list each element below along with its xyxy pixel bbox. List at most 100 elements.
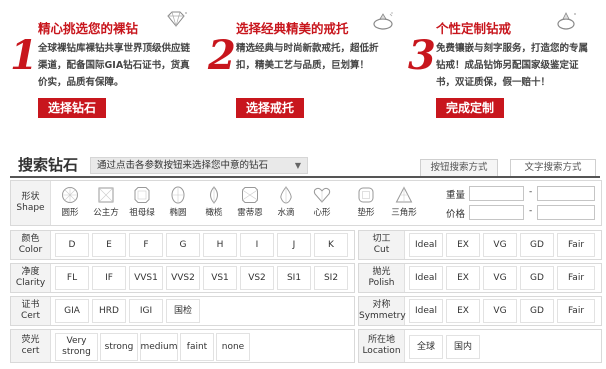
shape-label-cn: 形状 — [21, 192, 40, 202]
choose-diamond-button[interactable]: 选择钻石 — [38, 98, 107, 118]
diamond-icon — [167, 11, 187, 28]
step-3: 3 个性定制钻戒 免费镶嵌与刻字服务，打造您的专属钻戒！成品钻饰另配国家级鉴定证… — [402, 8, 598, 126]
location-option[interactable]: 国内 — [446, 335, 480, 359]
symmetry-option[interactable]: Ideal — [409, 299, 443, 323]
color-option[interactable]: H — [203, 233, 237, 257]
color-option[interactable]: I — [240, 233, 274, 257]
search-hint-text: 通过点击各参数按钮来选择您中意的钻石 — [97, 160, 269, 171]
princess-diamond-icon — [98, 187, 114, 203]
clarity-option[interactable]: VVS1 — [129, 266, 163, 290]
price-max-input[interactable] — [537, 205, 595, 220]
step-1: 1 精心挑选您的裸钻 全球裸钻库裸钻共享世界顶级供应链渠道，配备国际GIA钻石证… — [4, 8, 200, 126]
cut-label: 切工 Cut — [359, 231, 405, 259]
color-option[interactable]: F — [129, 233, 163, 257]
shape-pear[interactable]: 水滴 — [271, 183, 301, 223]
clarity-option[interactable]: SI2 — [314, 266, 348, 290]
shape-cushion[interactable]: 垫形 — [351, 183, 381, 223]
location-option[interactable]: 全球 — [409, 335, 443, 359]
polish-label: 抛光 Polish — [359, 264, 405, 292]
search-hint-dropdown[interactable]: 通过点击各参数按钮来选择您中意的钻石 ▼ — [90, 157, 308, 174]
cert-label-cn: 证书 — [21, 300, 40, 310]
clarity-option[interactable]: FL — [55, 266, 89, 290]
shape-name: 垫形 — [357, 208, 375, 218]
price-label: 价格 — [446, 209, 466, 220]
cert-option[interactable]: 国检 — [166, 299, 200, 323]
cut-option[interactable]: GD — [520, 233, 554, 257]
color-option[interactable]: E — [92, 233, 126, 257]
symmetry-label-en: Symmetry — [359, 311, 406, 321]
fluorescence-option[interactable]: medium — [140, 333, 178, 361]
symmetry-filter-row: 对称 Symmetry Ideal EX VG GD Fair — [358, 296, 602, 326]
symmetry-option[interactable]: EX — [446, 299, 480, 323]
shape-radiant[interactable]: 雷蒂恩 — [235, 183, 265, 223]
fluorescence-label-cn: 荧光 — [21, 335, 40, 345]
tab-divider — [10, 176, 600, 178]
polish-option[interactable]: Ideal — [409, 266, 443, 290]
shape-name: 椭圆 — [169, 208, 187, 218]
polish-option[interactable]: Fair — [557, 266, 595, 290]
shape-name: 三角形 — [391, 208, 417, 218]
color-option[interactable]: J — [277, 233, 311, 257]
cut-option[interactable]: EX — [446, 233, 480, 257]
shape-name: 祖母绿 — [129, 208, 155, 218]
shape-marquise[interactable]: 橄榄 — [199, 183, 229, 223]
shape-trillion[interactable]: 三角形 — [389, 183, 419, 223]
cert-option[interactable]: IGI — [129, 299, 163, 323]
cut-option[interactable]: Ideal — [409, 233, 443, 257]
color-label-en: Color — [18, 245, 43, 255]
fluorescence-option[interactable]: faint — [180, 333, 214, 361]
symmetry-label: 对称 Symmetry — [359, 297, 406, 325]
shape-oval[interactable]: 椭圆 — [163, 183, 193, 223]
symmetry-option[interactable]: Fair — [557, 299, 595, 323]
complete-custom-button[interactable]: 完成定制 — [436, 98, 505, 118]
shape-heart[interactable]: 心形 — [307, 183, 337, 223]
color-option[interactable]: D — [55, 233, 89, 257]
color-option[interactable]: K — [314, 233, 348, 257]
location-label-cn: 所在地 — [367, 335, 395, 345]
pear-diamond-icon — [280, 186, 292, 204]
clarity-option[interactable]: VS1 — [203, 266, 237, 290]
clarity-option[interactable]: SI1 — [277, 266, 311, 290]
tab-button-search[interactable]: 按钮搜索方式 — [420, 159, 498, 176]
marquise-diamond-icon — [210, 186, 218, 204]
cert-option[interactable]: GIA — [55, 299, 89, 323]
symmetry-option[interactable]: VG — [483, 299, 517, 323]
clarity-option[interactable]: VS2 — [240, 266, 274, 290]
price-min-input[interactable] — [469, 205, 524, 220]
location-label: 所在地 Location — [359, 330, 405, 362]
step-number: 1 — [10, 32, 38, 79]
shape-label-en: Shape — [16, 203, 45, 213]
ring-setting-icon — [373, 12, 393, 30]
cut-option[interactable]: Fair — [557, 233, 595, 257]
fluorescence-option[interactable]: Very strong — [55, 333, 98, 361]
symmetry-option[interactable]: GD — [520, 299, 554, 323]
polish-option[interactable]: VG — [483, 266, 517, 290]
cert-option[interactable]: HRD — [92, 299, 126, 323]
cut-option[interactable]: VG — [483, 233, 517, 257]
fluorescence-option[interactable]: none — [216, 333, 250, 361]
polish-option[interactable]: GD — [520, 266, 554, 290]
polish-filter-row: 抛光 Polish Ideal EX VG GD Fair — [358, 263, 602, 293]
fluorescence-option[interactable]: strong — [100, 333, 138, 361]
shape-round[interactable]: 圆形 — [55, 183, 85, 223]
weight-max-input[interactable] — [537, 186, 595, 201]
custom-ring-icon — [557, 12, 576, 30]
location-label-en: Location — [362, 346, 401, 356]
chevron-down-icon: ▼ — [294, 161, 301, 170]
shape-emerald[interactable]: 祖母绿 — [127, 183, 157, 223]
clarity-option[interactable]: VVS2 — [166, 266, 200, 290]
choose-setting-button[interactable]: 选择戒托 — [236, 98, 305, 118]
weight-min-input[interactable] — [469, 186, 524, 201]
fluorescence-label: 荧光 cert — [11, 330, 51, 362]
shape-princess[interactable]: 公主方 — [91, 183, 121, 223]
round-diamond-icon — [62, 187, 78, 203]
trillion-diamond-icon — [395, 186, 413, 203]
color-option[interactable]: G — [166, 233, 200, 257]
step-description: 免费镶嵌与刻字服务，打造您的专属钻戒！成品钻饰另配国家级鉴定证书，双证质保，假一… — [436, 43, 589, 88]
shape-name: 公主方 — [93, 208, 119, 218]
search-header: 搜索钻石 通过点击各参数按钮来选择您中意的钻石 ▼ 按钮搜索方式 文字搜索方式 — [10, 154, 604, 176]
steps-banner: 1 精心挑选您的裸钻 全球裸钻库裸钻共享世界顶级供应链渠道，配备国际GIA钻石证… — [0, 0, 606, 130]
tab-text-search[interactable]: 文字搜索方式 — [510, 159, 596, 176]
clarity-option[interactable]: IF — [92, 266, 126, 290]
polish-option[interactable]: EX — [446, 266, 480, 290]
